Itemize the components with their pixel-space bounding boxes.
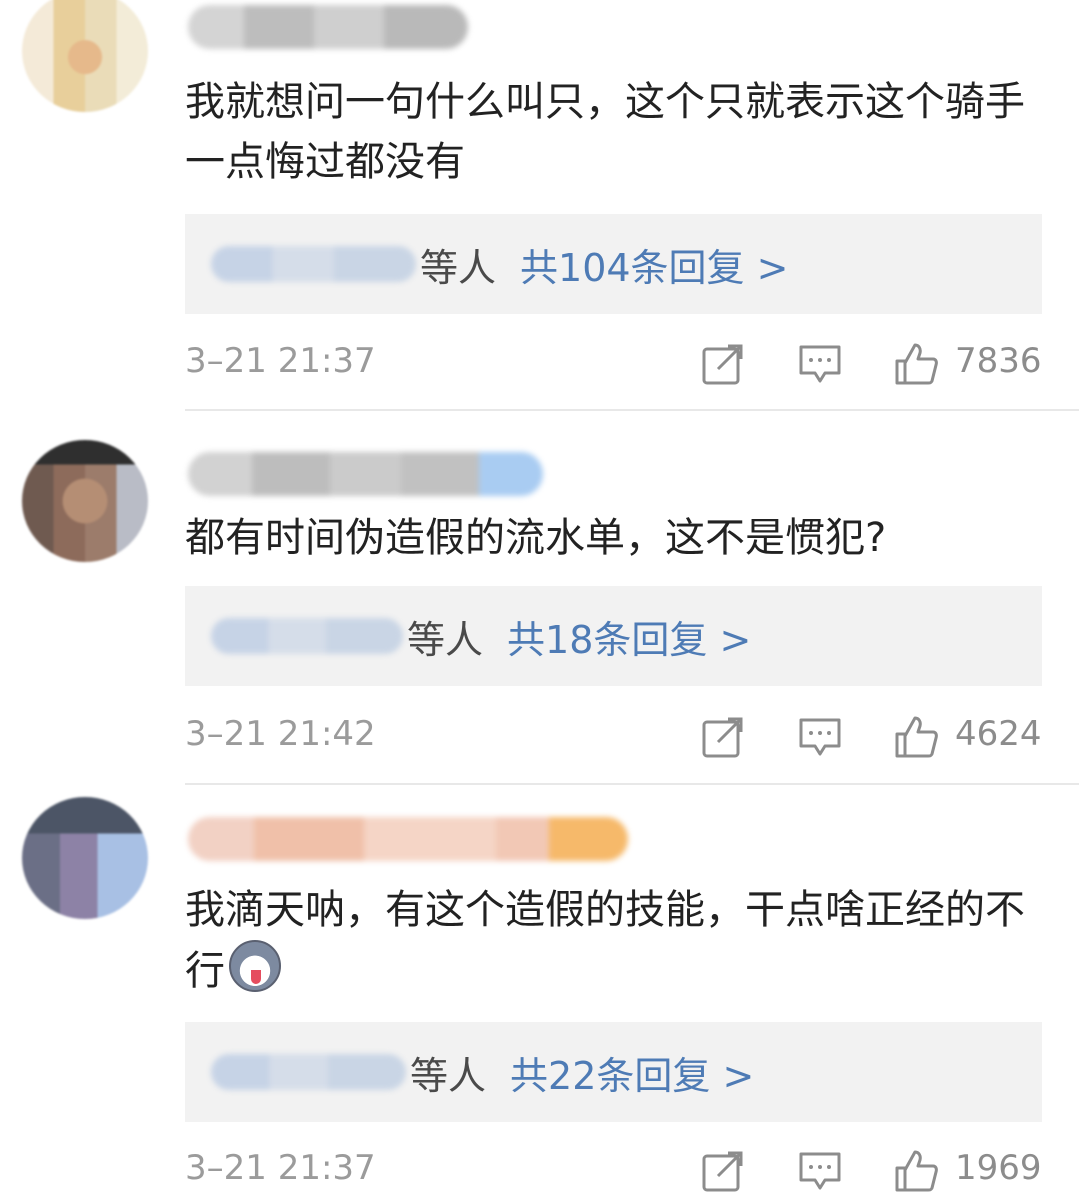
reply-user-blurred <box>211 246 416 282</box>
reply-count-link[interactable]: 共104条回复 > <box>520 237 788 292</box>
comment-text: 我滴天呐，有这个造假的技能，干点啥正经的不行 <box>185 880 1045 1001</box>
timestamp: 3–21 21:42 <box>185 714 376 754</box>
comment-icon[interactable] <box>797 1148 843 1194</box>
reply-user-blurred <box>211 618 403 654</box>
share-icon[interactable] <box>700 714 746 760</box>
like-count: 7836 <box>955 341 1042 381</box>
username-blurred[interactable] <box>188 5 468 49</box>
reply-others-label: 等人 <box>407 617 484 662</box>
reply-summary[interactable]: 等人 共18条回复 > <box>185 586 1042 686</box>
reply-others-label: 等人 <box>420 245 497 290</box>
thumbs-up-icon[interactable] <box>893 714 939 760</box>
username-blurred[interactable] <box>188 817 628 861</box>
comment-text: 都有时间伪造假的流水单，这不是惯犯? <box>185 515 887 561</box>
reply-count-link[interactable]: 共18条回复 > <box>507 609 751 664</box>
reply-others-label: 等人 <box>410 1053 487 1098</box>
comment-text-body: 我滴天呐，有这个造假的技能，干点啥正经的不行 <box>185 887 1025 994</box>
like-count: 4624 <box>955 714 1042 754</box>
timestamp: 3–21 21:37 <box>185 1148 376 1188</box>
comment-icon[interactable] <box>797 714 843 760</box>
thumbs-up-icon[interactable] <box>893 341 939 387</box>
comment-item: 我滴天呐，有这个造假的技能，干点啥正经的不行 等人 共22条回复 > 3–21 … <box>0 785 1079 1200</box>
comment-icon[interactable] <box>797 341 843 387</box>
reply-count-link[interactable]: 共22条回复 > <box>510 1045 754 1100</box>
share-icon[interactable] <box>700 341 746 387</box>
like-count: 1969 <box>955 1148 1042 1188</box>
comment-meta: 3–21 21:37 1969 <box>185 1140 1042 1200</box>
comment-item: 我就想问一句什么叫只，这个只就表示这个骑手一点悔过都没有 等人 共104条回复 … <box>0 0 1079 411</box>
reply-user-blurred <box>211 1054 406 1090</box>
share-icon[interactable] <box>700 1148 746 1194</box>
avatar[interactable] <box>22 440 148 562</box>
timestamp: 3–21 21:37 <box>185 341 376 381</box>
reply-summary[interactable]: 等人 共104条回复 > <box>185 214 1042 314</box>
username-blurred[interactable] <box>188 452 543 496</box>
comment-item: 都有时间伪造假的流水单，这不是惯犯? 等人 共18条回复 > 3–21 21:4… <box>0 410 1079 785</box>
comment-text: 我就想问一句什么叫只，这个只就表示这个骑手一点悔过都没有 <box>185 79 1025 185</box>
thumbs-up-icon[interactable] <box>893 1148 939 1194</box>
comment-meta: 3–21 21:37 7836 <box>185 333 1042 393</box>
avatar[interactable] <box>22 0 148 112</box>
avatar[interactable] <box>22 797 148 919</box>
husky-emoji-icon <box>229 940 281 992</box>
comment-meta: 3–21 21:42 4624 <box>185 706 1042 766</box>
reply-summary[interactable]: 等人 共22条回复 > <box>185 1022 1042 1122</box>
